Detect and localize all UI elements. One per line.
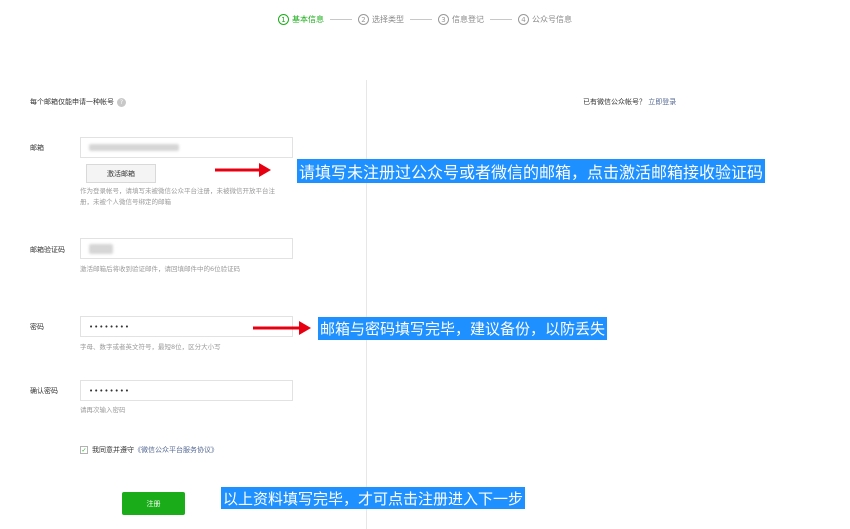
notice-text: 每个邮箱仅能申请一种帐号 <box>30 98 114 106</box>
step-label: 信息登记 <box>452 15 484 24</box>
column-divider <box>366 80 367 529</box>
email-annotation: 请填写未注册过公众号或者微信的邮箱，点击激活邮箱接收验证码 <box>297 159 766 183</box>
redacted-code <box>89 243 113 254</box>
login-hint: 已有微信公众帐号？ 立即登录 <box>583 97 676 107</box>
confirm-password-hint: 请再次输入密码 <box>80 406 126 414</box>
step-select-type: 2 选择类型 <box>358 14 404 25</box>
step-number: 2 <box>358 14 369 25</box>
email-field[interactable] <box>80 137 293 158</box>
step-basic-info: 1 基本信息 <box>278 14 324 25</box>
password-label: 密码 <box>30 323 44 331</box>
step-number: 3 <box>438 14 449 25</box>
step-progress: 1 基本信息 2 选择类型 3 信息登记 4 公众号信息 <box>0 14 850 25</box>
step-label: 公众号信息 <box>532 15 572 24</box>
step-connector <box>410 19 432 20</box>
register-annotation: 以上资料填写完毕，才可点击注册进入下一步 <box>221 487 526 509</box>
step-info-registration: 3 信息登记 <box>438 14 484 25</box>
password-hint: 字母、数字或者英文符号，最短8位，区分大小写 <box>80 343 221 351</box>
password-annotation: 邮箱与密码填写完毕，建议备份，以防丢失 <box>318 317 608 340</box>
email-hint: 作为登录帐号，请填写未被微信公众平台注册，未被微信开放平台注册，未被个人微信号绑… <box>80 187 275 206</box>
step-label: 选择类型 <box>372 15 404 24</box>
step-label: 基本信息 <box>292 15 324 24</box>
agreement-text: 我同意并遵守 <box>92 446 134 454</box>
redacted-email <box>89 144 179 151</box>
login-link[interactable]: 立即登录 <box>648 98 676 106</box>
verification-code-hint: 激活邮箱后将收到验证邮件，请回填邮件中的6位验证码 <box>80 265 241 273</box>
question-mark-icon[interactable]: ? <box>117 97 126 107</box>
step-account-info: 4 公众号信息 <box>518 14 572 25</box>
step-connector <box>490 19 512 20</box>
step-number: 4 <box>518 14 529 25</box>
activate-email-button[interactable]: 激活邮箱 <box>86 164 156 183</box>
confirm-password-label: 确认密码 <box>30 387 58 395</box>
agreement-checkbox[interactable]: ✓ <box>80 446 88 454</box>
confirm-password-field[interactable]: •••••••• <box>80 380 293 401</box>
email-label: 邮箱 <box>30 144 44 152</box>
step-number: 1 <box>278 14 289 25</box>
register-button[interactable]: 注册 <box>122 492 185 515</box>
login-hint-text: 已有微信公众帐号？ <box>583 98 646 106</box>
agreement-row: ✓ 我同意并遵守 《微信公众平台服务协议》 <box>80 445 218 455</box>
arrow-right-icon <box>215 163 271 177</box>
account-notice: 每个邮箱仅能申请一种帐号 ? <box>30 97 126 107</box>
service-agreement-link[interactable]: 《微信公众平台服务协议》 <box>134 445 218 455</box>
verification-code-field[interactable] <box>80 238 293 259</box>
arrow-right-icon <box>253 321 311 335</box>
verification-code-label: 邮箱验证码 <box>30 246 65 254</box>
step-connector <box>330 19 352 20</box>
